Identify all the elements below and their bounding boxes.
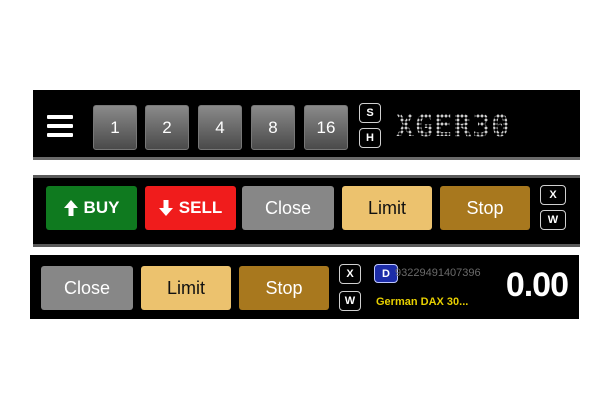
quantity-button-16[interactable]: 16 <box>304 105 348 150</box>
position-id: 93229491407396 <box>395 267 481 279</box>
close-button[interactable]: Close <box>242 186 334 230</box>
position-close-button[interactable]: Close <box>41 266 133 310</box>
stop-button[interactable]: Stop <box>440 186 530 230</box>
sell-button[interactable]: SELL <box>145 186 236 230</box>
hamburger-menu-icon[interactable] <box>47 115 73 137</box>
buy-button[interactable]: BUY <box>46 186 137 230</box>
toggle-h-button[interactable]: H <box>359 128 381 148</box>
toggle-s-button[interactable]: S <box>359 103 381 123</box>
buy-label: BUY <box>83 198 120 217</box>
symbol-display: XGER30 <box>396 109 511 144</box>
quantity-button-1[interactable]: 1 <box>93 105 137 150</box>
position-stop-button[interactable]: Stop <box>239 266 329 310</box>
position-limit-button[interactable]: Limit <box>141 266 231 310</box>
instrument-name: German DAX 30... <box>376 296 469 308</box>
quantity-button-8[interactable]: 8 <box>251 105 295 150</box>
arrow-up-icon <box>63 200 78 216</box>
arrow-down-icon <box>158 200 173 216</box>
quantity-button-4[interactable]: 4 <box>198 105 242 150</box>
sell-label: SELL <box>178 198 223 217</box>
position-w-button[interactable]: W <box>339 291 361 311</box>
position-x-button[interactable]: X <box>339 264 361 284</box>
profit-value: 0.00 <box>505 266 569 304</box>
quantity-button-2[interactable]: 2 <box>145 105 189 150</box>
w-button[interactable]: W <box>540 210 566 230</box>
x-button[interactable]: X <box>540 185 566 205</box>
limit-button[interactable]: Limit <box>342 186 432 230</box>
